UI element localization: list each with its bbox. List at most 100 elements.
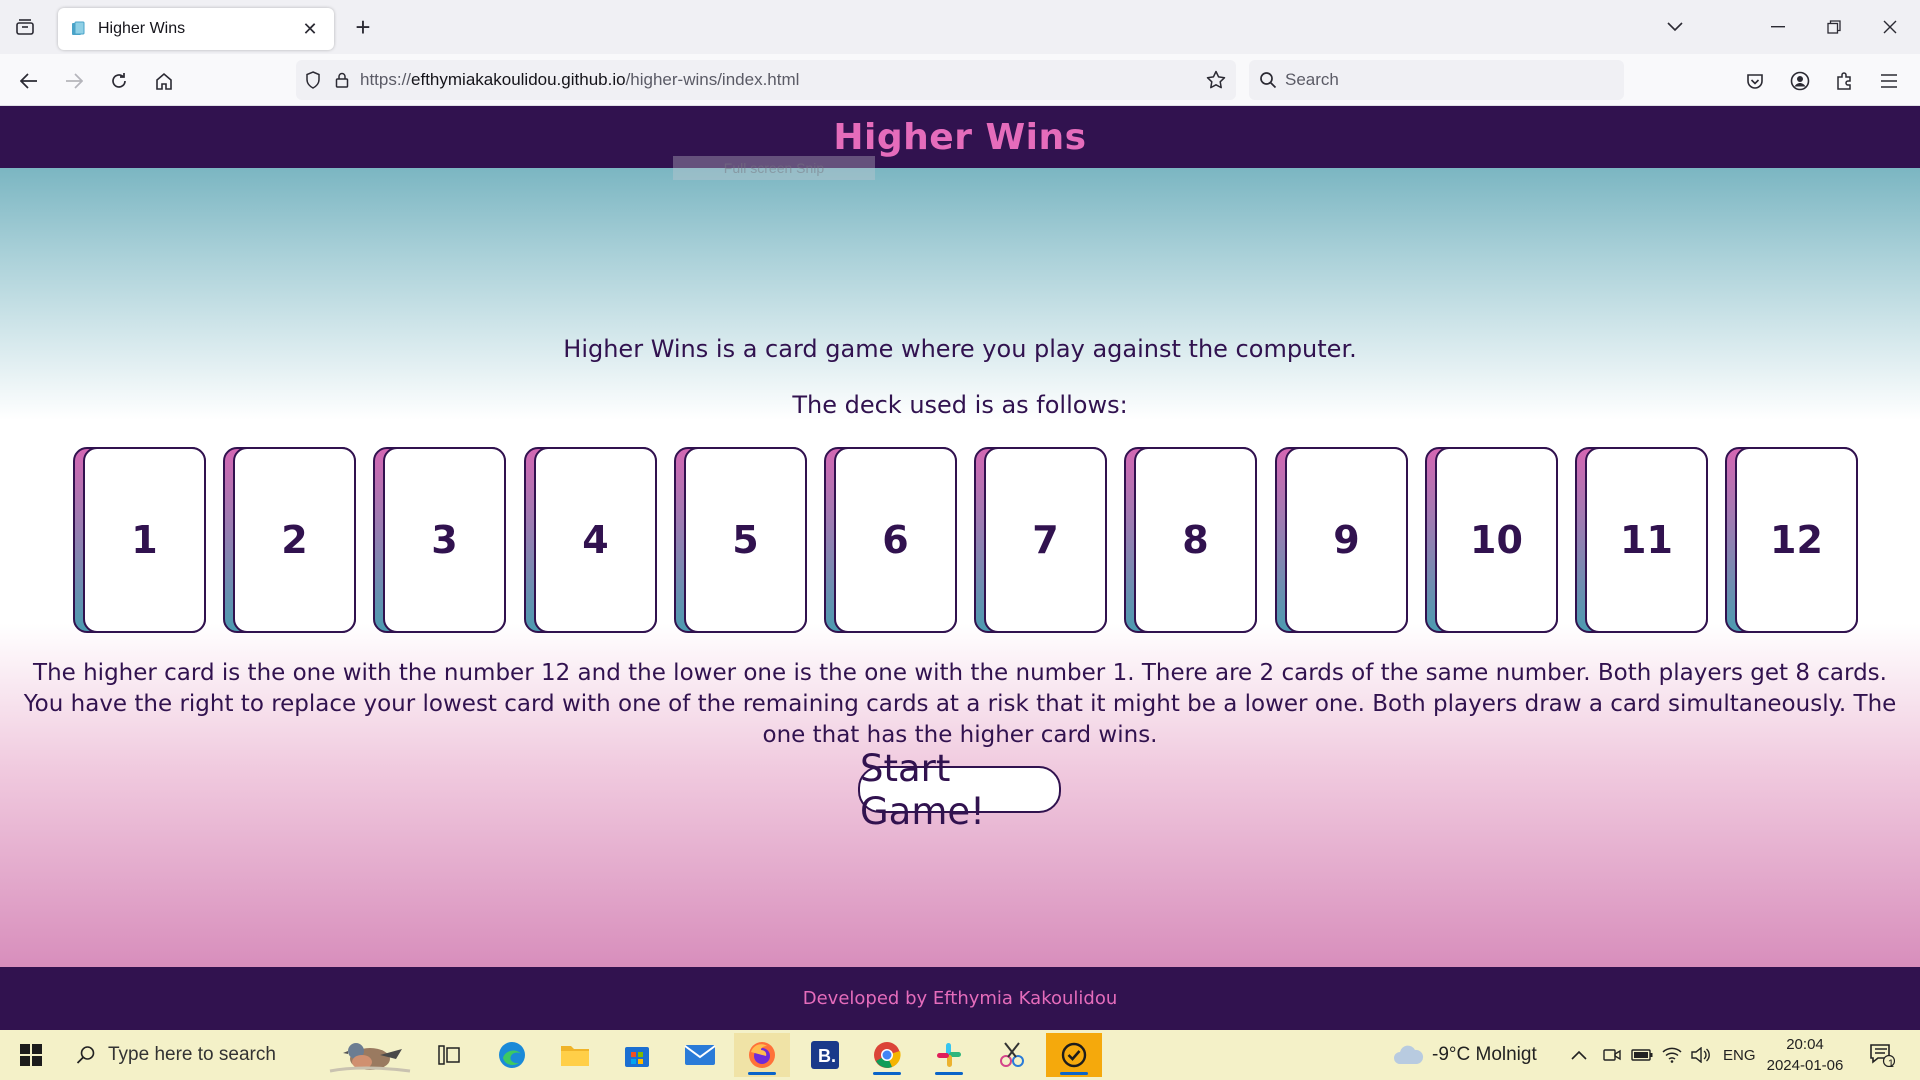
page-favicon-icon (72, 21, 85, 35)
taskbar-search-box[interactable] (62, 1033, 420, 1077)
deck-card: 5 (674, 447, 807, 633)
notification-count: 1 (1887, 1058, 1894, 1070)
volume-icon[interactable] (1690, 1030, 1710, 1080)
svg-text:B.: B. (818, 1046, 836, 1066)
new-tab-icon[interactable]: + (348, 12, 378, 42)
browser-nav-bar: https://efthymiakakoulidou.github.io/hig… (0, 54, 1920, 106)
home-icon[interactable] (147, 64, 181, 98)
battery-icon[interactable] (1631, 1030, 1653, 1080)
tab-title: Higher Wins (98, 20, 186, 37)
edge-browser-icon[interactable] (484, 1033, 540, 1077)
card-number: 3 (431, 518, 458, 562)
site-footer: Developed by Efthymia Kakoulidou (0, 967, 1920, 1030)
show-hidden-icons-chevron-icon[interactable] (1571, 1030, 1587, 1080)
start-game-button[interactable]: Start Game! (858, 747, 1061, 833)
deck-card: 7 (974, 447, 1107, 633)
forward-icon[interactable] (57, 64, 91, 98)
taskbar-clock[interactable]: 20:04 2024-01-06 (1762, 1034, 1848, 1076)
fullscreen-snip-tooltip: Full screen Snip (673, 156, 875, 180)
pocket-icon[interactable] (1738, 64, 1772, 98)
language-text: ENG (1723, 1046, 1756, 1064)
card-face: 6 (834, 447, 957, 633)
weather-text: -9°C Molnigt (1432, 1044, 1537, 1065)
url-scheme: https:// (360, 70, 412, 89)
site-header: Higher Wins (0, 106, 1920, 168)
card-face: 7 (984, 447, 1107, 633)
extensions-icon[interactable] (1828, 64, 1862, 98)
browser-tab-bar: Higher Wins ✕ + (0, 0, 1920, 54)
card-face: 10 (1435, 447, 1558, 633)
deck-card: 4 (524, 447, 657, 633)
clock-time: 20:04 (1786, 1036, 1824, 1053)
browser-search-bar[interactable] (1249, 60, 1624, 100)
card-number: 9 (1333, 518, 1360, 562)
url-path: /higher-wins/index.html (625, 70, 800, 89)
tasks-app-icon[interactable] (1046, 1033, 1102, 1077)
url-host: efthymiakakoulidou.github.io (411, 70, 626, 89)
notifications-icon[interactable]: 1 (1864, 1038, 1900, 1072)
task-view-icon[interactable] (421, 1033, 477, 1077)
minimize-icon[interactable] (1750, 8, 1806, 46)
clock-date: 2024-01-06 (1766, 1057, 1844, 1074)
card-number: 11 (1620, 518, 1673, 562)
lock-icon[interactable] (330, 60, 354, 100)
deck-card: 2 (223, 447, 356, 633)
chrome-icon[interactable] (859, 1033, 915, 1077)
card-number: 2 (281, 518, 308, 562)
deck-card: 11 (1575, 447, 1708, 633)
deck: 1 2 3 4 5 6 7 8 9 10 11 12 (73, 447, 1859, 633)
windows-taskbar: B. -9°C Molnigt ENG 20:04 2024-01-06 1 (0, 1030, 1920, 1080)
taskbar-search-input[interactable] (108, 1044, 308, 1066)
restore-icon[interactable] (1806, 8, 1862, 46)
card-number: 6 (882, 518, 909, 562)
search-highlight-bird-icon (329, 1043, 411, 1073)
slack-icon[interactable] (921, 1033, 977, 1077)
card-face: 3 (383, 447, 506, 633)
card-number: 12 (1770, 518, 1823, 562)
url-bar[interactable]: https://efthymiakakoulidou.github.io/hig… (296, 60, 1236, 100)
wifi-icon[interactable] (1662, 1030, 1682, 1080)
mail-icon[interactable] (672, 1033, 728, 1077)
card-number: 4 (582, 518, 609, 562)
tab-higher-wins[interactable]: Higher Wins ✕ (58, 8, 334, 50)
url-text[interactable]: https://efthymiakakoulidou.github.io/hig… (360, 70, 1196, 90)
meet-now-icon[interactable] (1603, 1030, 1621, 1080)
card-number: 5 (732, 518, 759, 562)
snipping-tool-icon[interactable] (984, 1033, 1040, 1077)
firefox-icon[interactable] (734, 1033, 790, 1077)
card-face: 5 (684, 447, 807, 633)
intro-text: Higher Wins is a card game where you pla… (563, 335, 1357, 363)
card-number: 10 (1470, 518, 1523, 562)
account-icon[interactable] (1783, 64, 1817, 98)
booking-app-icon[interactable]: B. (797, 1033, 853, 1077)
tracking-protection-shield-icon[interactable] (296, 60, 330, 100)
back-icon[interactable] (12, 64, 46, 98)
deck-label: The deck used is as follows: (792, 391, 1128, 419)
tab-close-icon[interactable]: ✕ (298, 19, 322, 40)
reload-icon[interactable] (102, 64, 136, 98)
microsoft-store-icon[interactable] (609, 1033, 665, 1077)
web-page: Higher Wins Full screen Snip Higher Wins… (0, 106, 1920, 1030)
rules-text: The higher card is the one with the numb… (23, 660, 1897, 748)
close-window-icon[interactable] (1862, 8, 1918, 46)
tab-list-icon[interactable] (10, 12, 40, 42)
taskbar-search-icon (76, 1046, 95, 1064)
deck-card: 8 (1124, 447, 1257, 633)
file-explorer-icon[interactable] (547, 1033, 603, 1077)
footer-credit: Developed by Efthymia Kakoulidou (802, 988, 1118, 1009)
input-language-indicator[interactable]: ENG (1723, 1030, 1756, 1080)
menu-hamburger-icon[interactable] (1872, 64, 1906, 98)
card-face: 12 (1735, 447, 1858, 633)
deck-card: 1 (73, 447, 206, 633)
browser-search-input[interactable] (1285, 70, 1585, 90)
weather-widget[interactable]: -9°C Molnigt (1392, 1030, 1537, 1080)
windows-start-icon[interactable] (8, 1035, 54, 1075)
bookmark-star-icon[interactable] (1196, 60, 1236, 100)
card-number: 1 (131, 518, 158, 562)
card-face: 8 (1134, 447, 1257, 633)
list-all-tabs-icon[interactable] (1660, 12, 1690, 42)
search-icon (1260, 72, 1277, 89)
card-face: 1 (83, 447, 206, 633)
card-number: 7 (1032, 518, 1059, 562)
deck-card: 3 (373, 447, 506, 633)
